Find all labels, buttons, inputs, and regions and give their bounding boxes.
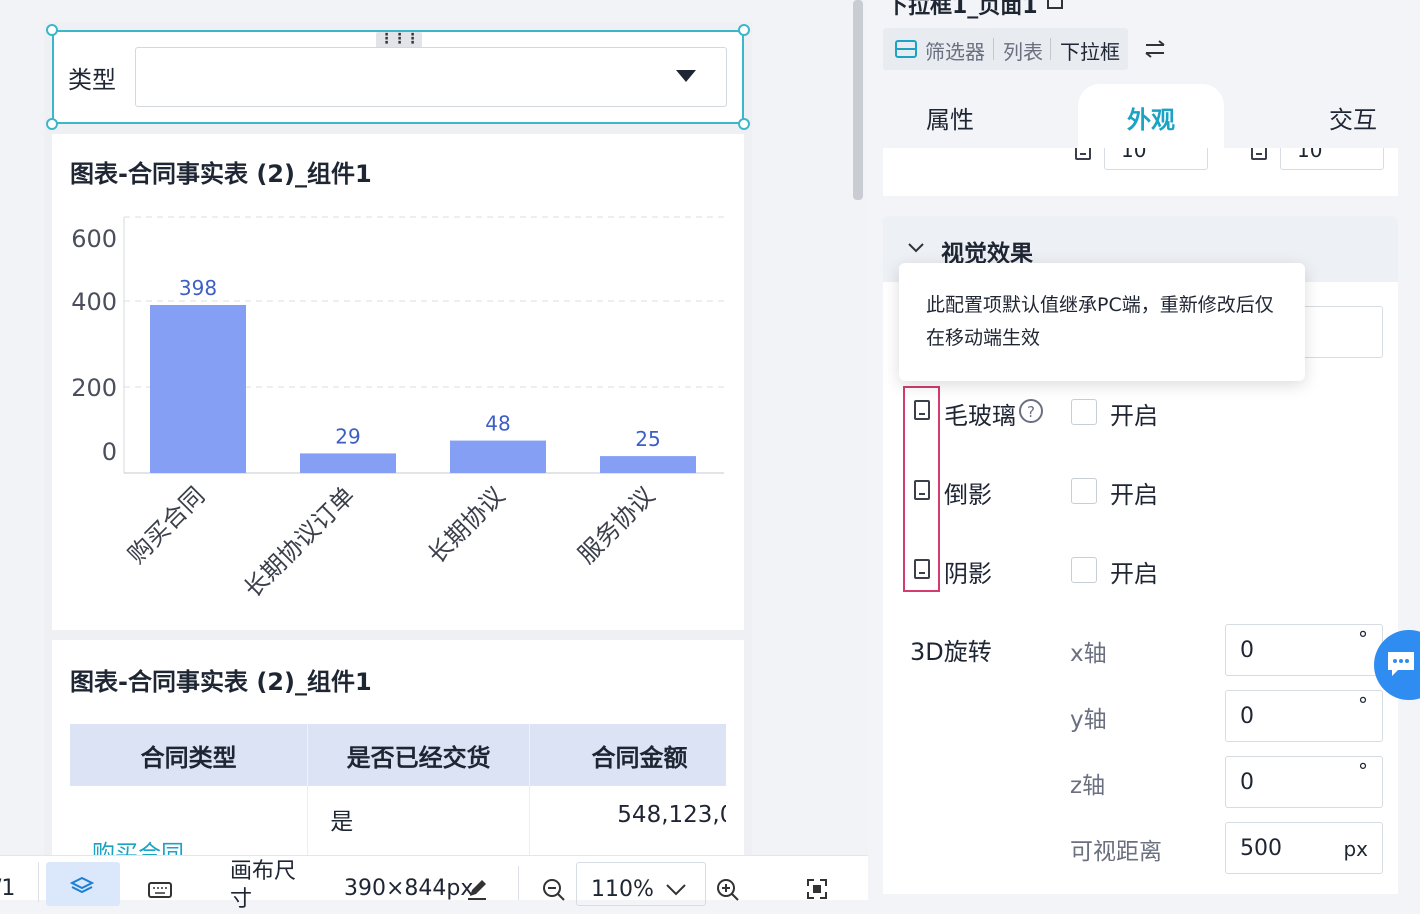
chat-icon [1388, 652, 1414, 676]
table-cell: 548,123,01 [529, 786, 726, 855]
component-title: 下拉框1_页面1 [886, 0, 1038, 19]
svg-text:?: ? [1027, 403, 1035, 421]
mobile-icon[interactable] [914, 480, 930, 500]
toolbar-divider [518, 866, 519, 900]
height-input[interactable]: 10 [1280, 148, 1384, 170]
table-title: 图表-合同事实表 (2)_组件1 [70, 668, 372, 696]
breadcrumb: 筛选器 列表 下拉框 [883, 28, 1128, 70]
checkbox-label: 开启 [1110, 481, 1158, 509]
edit-pen-icon[interactable] [466, 878, 488, 900]
bar-value-label: 25 [635, 427, 660, 451]
axis-label-y: y轴 [1070, 707, 1107, 733]
table-cell-link[interactable]: 购买合同 [70, 786, 309, 855]
height-icon [1251, 148, 1267, 160]
rotate-label: 3D旋转 [910, 638, 992, 666]
axis-label-distance: 可视距离 [1070, 839, 1162, 865]
checkbox-label: 开启 [1110, 560, 1158, 588]
checkbox-label: 开启 [1110, 402, 1158, 430]
mobile-icon[interactable] [914, 559, 930, 579]
previous-section: 10 10 [883, 148, 1398, 196]
bar-value-label: 398 [179, 276, 217, 300]
chevron-down-icon [666, 884, 686, 896]
bar-chart: 600 400 200 0 398 购买合同 29 长期协议订单 48 长期协议 25 服务协议 [71, 216, 724, 603]
view-distance-input[interactable]: 500 px [1225, 822, 1383, 874]
shadow-checkbox[interactable] [1071, 557, 1097, 583]
fit-screen-icon[interactable] [806, 878, 828, 900]
x-category-label: 购买合同 [123, 481, 211, 569]
x-category-label: 长期协议订单 [239, 481, 361, 603]
filter-component-icon [895, 40, 917, 58]
bottom-toolbar: /1 画布尺寸 390×844px 110% [0, 855, 868, 912]
y-tick-label: 600 [71, 225, 117, 253]
bar-value-label: 48 [485, 412, 510, 436]
axis-label-x: x轴 [1070, 641, 1107, 667]
bar [600, 456, 696, 473]
z-axis-input[interactable]: 0 ° [1225, 756, 1383, 808]
copy-icon[interactable] [1046, 0, 1068, 12]
table-header-cell[interactable]: 合同金额 [529, 724, 726, 786]
bar-value-label: 29 [335, 424, 360, 448]
tab-appearance[interactable]: 外观 [1127, 100, 1175, 135]
table-cell: 是 [307, 786, 531, 855]
canvas-scrollbar[interactable] [853, 0, 863, 200]
keyboard-icon[interactable] [148, 882, 172, 900]
zoom-select[interactable]: 110% [576, 862, 706, 906]
swap-icon[interactable] [1144, 40, 1166, 58]
canvas-size-label: 画布尺寸 [230, 859, 297, 912]
breadcrumb-item[interactable]: 列表 [1003, 36, 1043, 65]
y-tick-label: 200 [71, 374, 117, 402]
option-label-shadow: 阴影 [944, 560, 992, 588]
property-panel: 下拉框1_页面1 筛选器 列表 下拉框 属性 外观 交互 10 10 视觉效果 … [868, 0, 1420, 900]
x-category-label: 长期协议 [423, 481, 511, 569]
zoom-out-icon[interactable] [542, 878, 566, 902]
help-icon[interactable]: ? [1018, 398, 1044, 424]
y-axis-input[interactable]: 0 ° [1225, 690, 1383, 742]
table-row: 购买合同 是 548,123,01 [70, 786, 726, 855]
zoom-in-icon[interactable] [716, 878, 740, 902]
tab-interaction[interactable]: 交互 [1329, 100, 1377, 135]
tooltip-text: 此配置项默认值继承PC端，重新修改后仅在移动端生效 [926, 294, 1274, 349]
x-category-label: 服务协议 [573, 481, 661, 569]
option-label-reflection: 倒影 [944, 481, 992, 509]
table-header-cell[interactable]: 是否已经交货 [307, 724, 531, 786]
layers-button[interactable] [46, 862, 120, 906]
page-divider [38, 862, 39, 902]
layers-icon [70, 876, 94, 894]
zoom-value: 110% [591, 877, 654, 902]
y-tick-label: 400 [71, 288, 117, 316]
page-indicator: /1 [0, 876, 16, 901]
canvas-area: ⋮⋮⋮ 类型 图表-合同事实表 (2)_组件1 600 400 200 0 398 购买合… [0, 0, 868, 912]
canvas-size-value: 390×844px [344, 876, 474, 901]
width-icon [1075, 148, 1091, 160]
data-table: 合同类型 是否已经交货 合同金额 购买合同 是 548,123,01 [70, 724, 726, 855]
bar [450, 440, 546, 473]
bar [300, 453, 396, 473]
x-axis-input[interactable]: 0 ° [1225, 624, 1383, 676]
y-tick-label: 0 [102, 438, 117, 466]
tab-properties[interactable]: 属性 [926, 100, 974, 135]
bar [150, 305, 246, 473]
breadcrumb-sep [1050, 38, 1051, 60]
tooltip: 此配置项默认值继承PC端，重新修改后仅在移动端生效 [899, 263, 1305, 381]
chevron-down-icon [908, 243, 924, 253]
mobile-icon[interactable] [914, 400, 930, 420]
table-header-cell[interactable]: 合同类型 [70, 724, 309, 786]
axis-label-z: z轴 [1070, 773, 1106, 799]
reflection-checkbox[interactable] [1071, 478, 1097, 504]
breadcrumb-sep [993, 38, 994, 60]
frosted-checkbox[interactable] [1071, 399, 1097, 425]
option-label-frosted: 毛玻璃 [944, 402, 1016, 430]
breadcrumb-item[interactable]: 筛选器 [925, 36, 985, 65]
width-input[interactable]: 10 [1104, 148, 1208, 170]
breadcrumb-item-current[interactable]: 下拉框 [1060, 36, 1120, 65]
